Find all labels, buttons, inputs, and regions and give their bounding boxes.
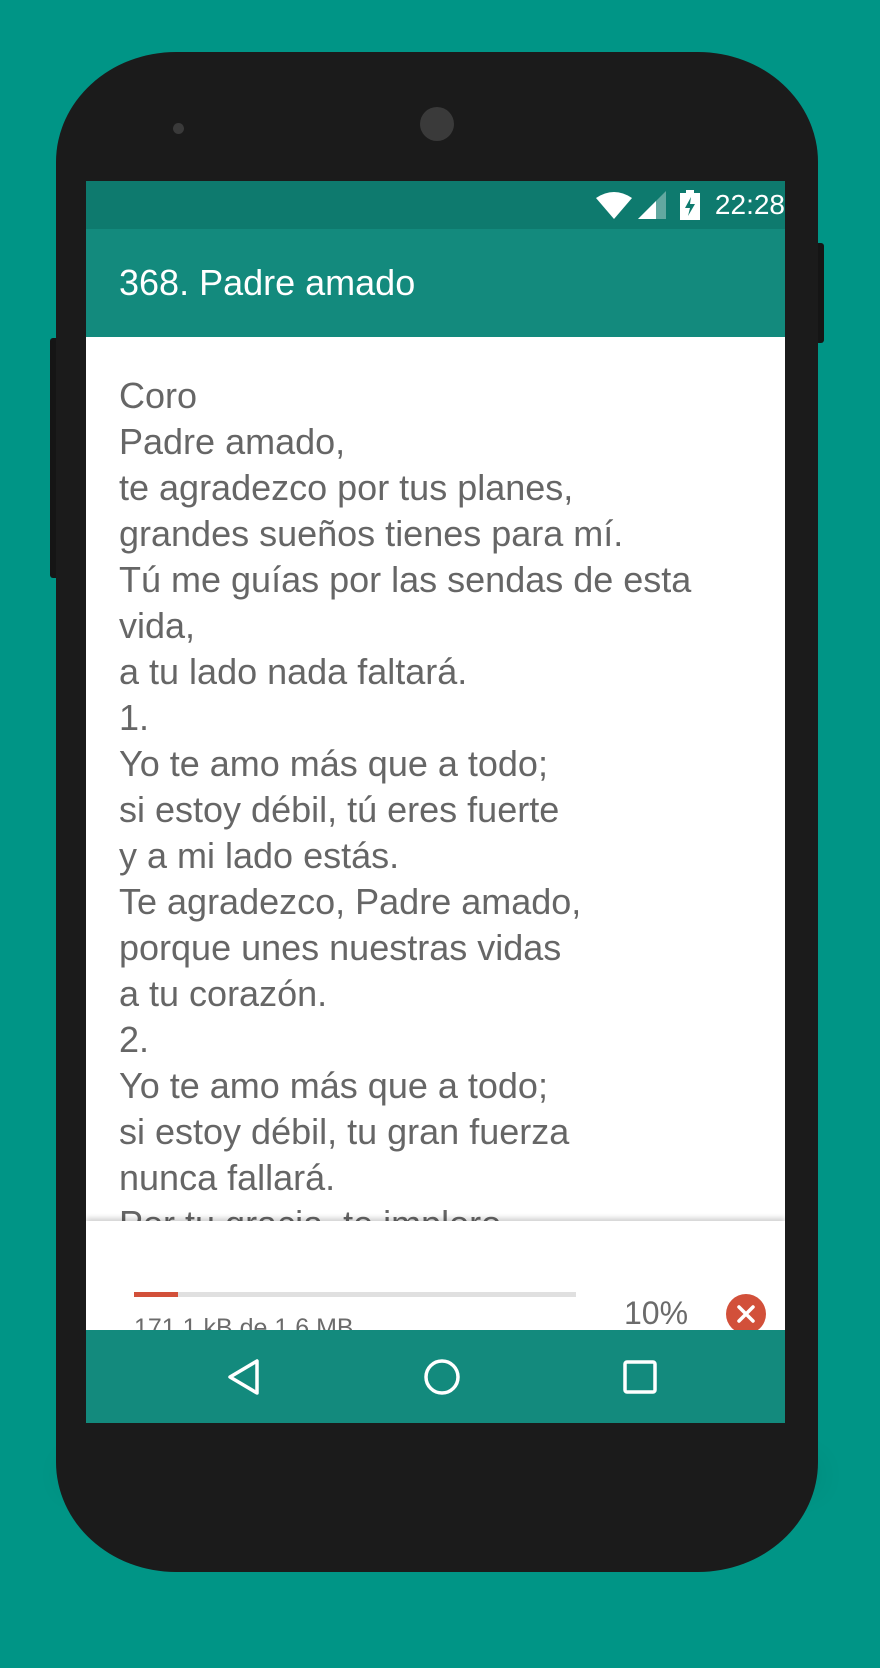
lyric-line: Yo te amo más que a todo; <box>119 743 548 784</box>
lyric-line: Te agradezco, Padre amado, <box>119 881 582 922</box>
front-camera <box>420 107 454 141</box>
lyric-line: a tu corazón. <box>119 973 328 1014</box>
lyric-line: nunca fallará. <box>119 1157 336 1198</box>
lyric-line: Tú me guías por las sendas de esta <box>119 559 692 600</box>
lyric-line: Coro <box>119 375 198 416</box>
recents-button[interactable] <box>620 1357 660 1397</box>
status-bar: 22:28 <box>86 181 785 229</box>
home-icon <box>424 1359 460 1395</box>
back-button[interactable] <box>224 1357 264 1397</box>
lyric-line: grandes sueños tienes para mí. <box>119 513 624 554</box>
close-icon <box>737 1305 755 1323</box>
app-bar: 368. Padre amado <box>86 229 785 337</box>
lyric-line: Yo te amo más que a todo; <box>119 1065 548 1106</box>
back-icon <box>228 1359 259 1395</box>
lyric-line: y a mi lado estás. <box>119 835 400 876</box>
lyric-line: vida, <box>119 605 196 646</box>
lyric-line: Padre amado, <box>119 421 346 462</box>
lyric-line: si estoy débil, tu gran fuerza <box>119 1111 570 1152</box>
cancel-download-button[interactable] <box>726 1294 766 1334</box>
lyric-line: 2. <box>119 1019 150 1060</box>
lyric-line: si estoy débil, tú eres fuerte <box>119 789 560 830</box>
recents-icon <box>623 1360 657 1394</box>
phone-screen: 22:28 368. Padre amado Coro Padre amado, t… <box>86 181 785 1423</box>
download-percent-label: 10% <box>624 1295 689 1331</box>
download-progress-fill <box>134 1292 179 1297</box>
download-progress-bar <box>134 1292 576 1297</box>
battery-charging-icon <box>680 190 700 220</box>
download-panel: 171.1 kB de 1.6 MB 10% <box>86 1221 785 1342</box>
status-time: 22:28 <box>714 189 785 220</box>
lyric-line: te agradezco por tus planes, <box>119 467 574 508</box>
lyric-line: porque unes nuestras vidas <box>119 927 562 968</box>
lyric-line: 1. <box>119 697 150 738</box>
navigation-bar <box>86 1330 785 1423</box>
lyrics-text: Coro Padre amado, te agradezco por tus pla… <box>119 373 765 1247</box>
page-title: 368. Padre amado <box>119 262 416 303</box>
cell-signal-icon <box>638 191 666 219</box>
wifi-icon <box>596 192 632 219</box>
proximity-sensor <box>173 123 184 134</box>
lyric-line: a tu lado nada faltará. <box>119 651 468 692</box>
home-button[interactable] <box>422 1357 462 1397</box>
